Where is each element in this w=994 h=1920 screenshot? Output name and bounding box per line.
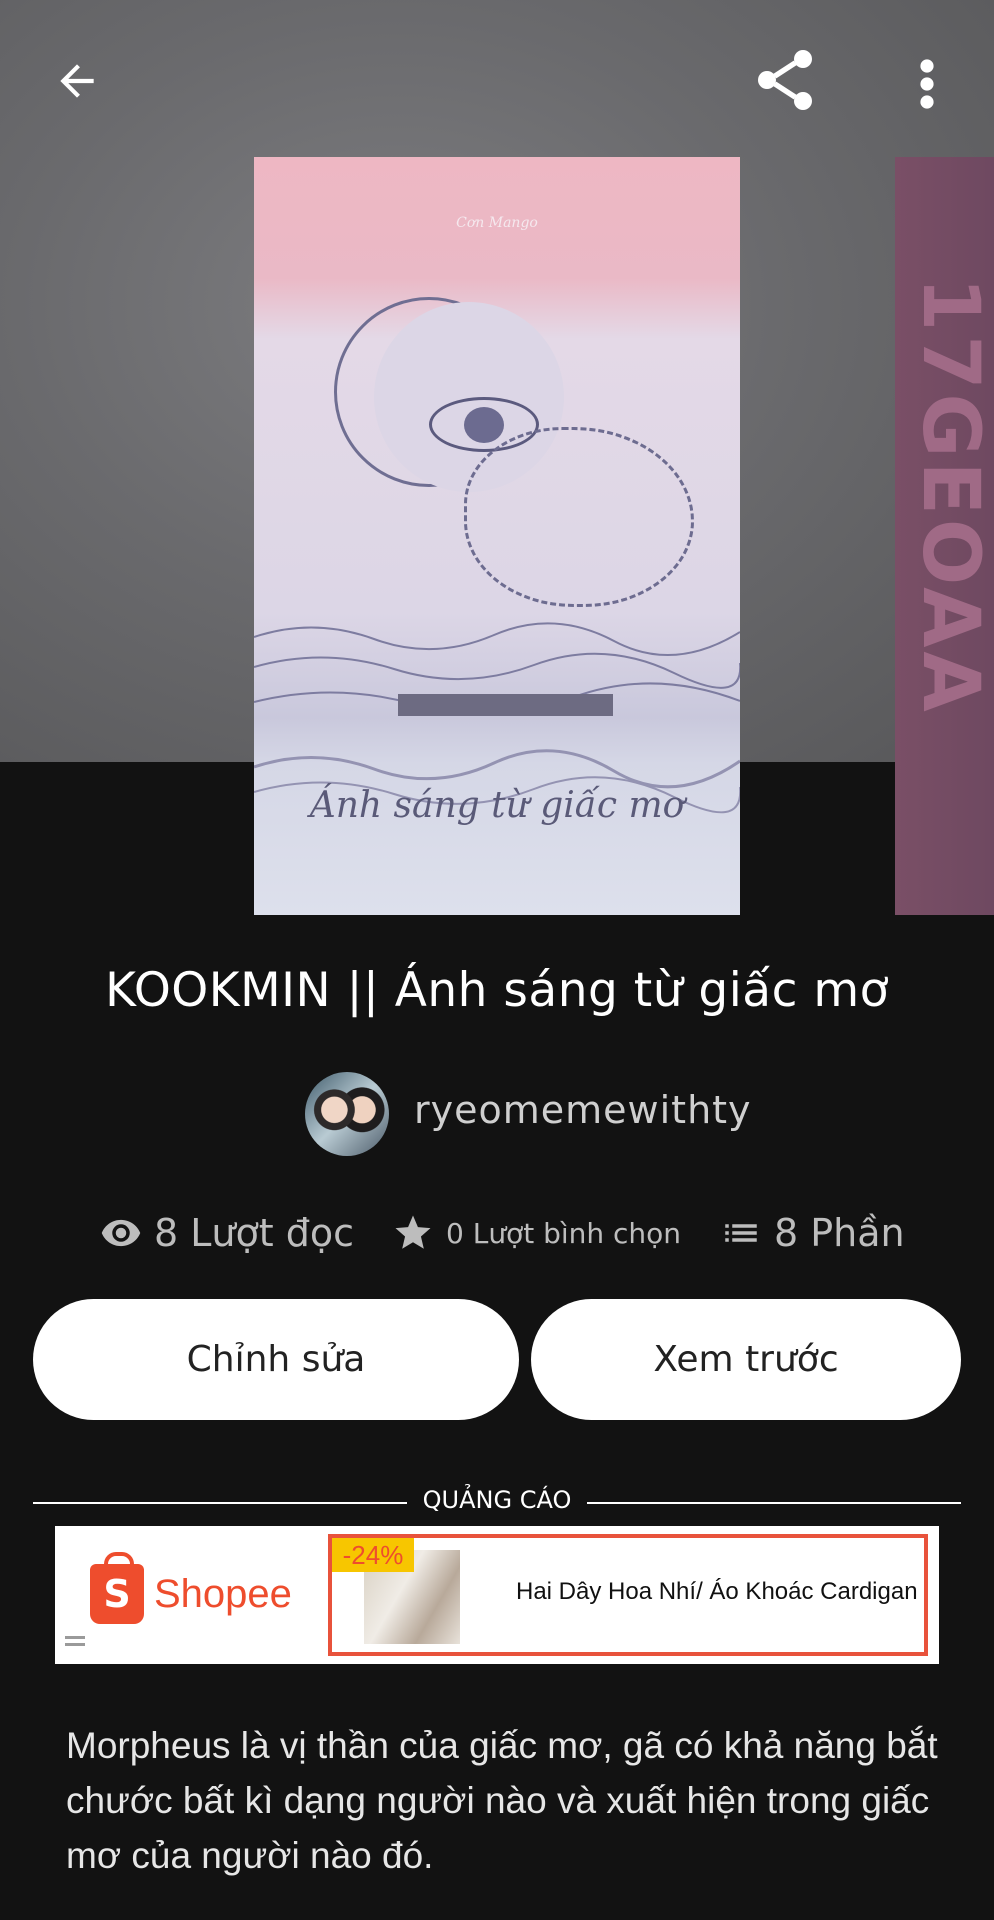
votes-stat: 0 Lượt bình chọn (392, 1200, 681, 1266)
list-icon (720, 1212, 762, 1254)
story-cover-image[interactable]: Cơn Mango Ánh sáng từ giấc mơ (254, 157, 740, 915)
shopee-logo[interactable]: S Shopee (90, 1552, 292, 1624)
more-options-button[interactable] (905, 44, 949, 124)
discount-badge: -24% (332, 1538, 414, 1572)
story-title: KOOKMIN || Ánh sáng từ giấc mơ (105, 963, 889, 1018)
ad-menu-icon[interactable] (65, 1636, 85, 1650)
author-name[interactable]: ryeomemewithty (414, 1088, 752, 1132)
next-story-cover[interactable]: 17GEOAA (895, 157, 994, 915)
shopee-bag-icon: S (90, 1552, 144, 1624)
star-icon (392, 1212, 434, 1254)
parts-stat: 8 Phần (720, 1200, 905, 1266)
ad-banner[interactable]: S Shopee -24% Hai Dây Hoa Nhí/ Áo Khoác … (55, 1526, 939, 1664)
preview-button[interactable]: Xem trước (531, 1299, 961, 1420)
votes-label: 0 Lượt bình chọn (446, 1216, 682, 1250)
reads-label: 8 Lượt đọc (154, 1211, 355, 1255)
edit-button[interactable]: Chỉnh sửa (33, 1299, 519, 1420)
reads-stat: 8 Lượt đọc (100, 1200, 354, 1266)
share-button[interactable] (745, 40, 825, 120)
ad-label: QUẢNG CÁO (422, 1486, 572, 1514)
ad-header: QUẢNG CÁO (33, 1486, 961, 1520)
cover-signature: Cơn Mango (456, 215, 538, 231)
parts-label: 8 Phần (774, 1211, 905, 1255)
ad-product-card[interactable]: -24% Hai Dây Hoa Nhí/ Áo Khoác Cardigan (328, 1534, 928, 1656)
cover-korean-caption-box (398, 694, 613, 716)
divider (33, 1502, 407, 1504)
story-stats: 8 Lượt đọc 0 Lượt bình chọn 8 Phần (0, 1200, 994, 1266)
arrow-left-icon (60, 64, 94, 98)
divider (587, 1502, 961, 1504)
shopee-brand: Shopee (154, 1571, 292, 1616)
story-description: Morpheus là vị thần của giấc mơ, gã có k… (66, 1725, 938, 1876)
share-icon (758, 50, 812, 110)
author-row[interactable]: ryeomemewithty (0, 1072, 994, 1158)
product-name: Hai Dây Hoa Nhí/ Áo Khoác Cardigan (516, 1578, 918, 1605)
cover-waves-drawing (254, 622, 740, 814)
back-button[interactable] (42, 46, 112, 116)
next-cover-text: 17GEOAA (905, 277, 994, 716)
cover-title-text: Ánh sáng từ giấc mơ (309, 785, 685, 826)
top-toolbar (0, 0, 994, 160)
more-vertical-icon (920, 59, 934, 109)
author-avatar[interactable] (305, 1072, 389, 1156)
eye-icon (100, 1212, 142, 1254)
